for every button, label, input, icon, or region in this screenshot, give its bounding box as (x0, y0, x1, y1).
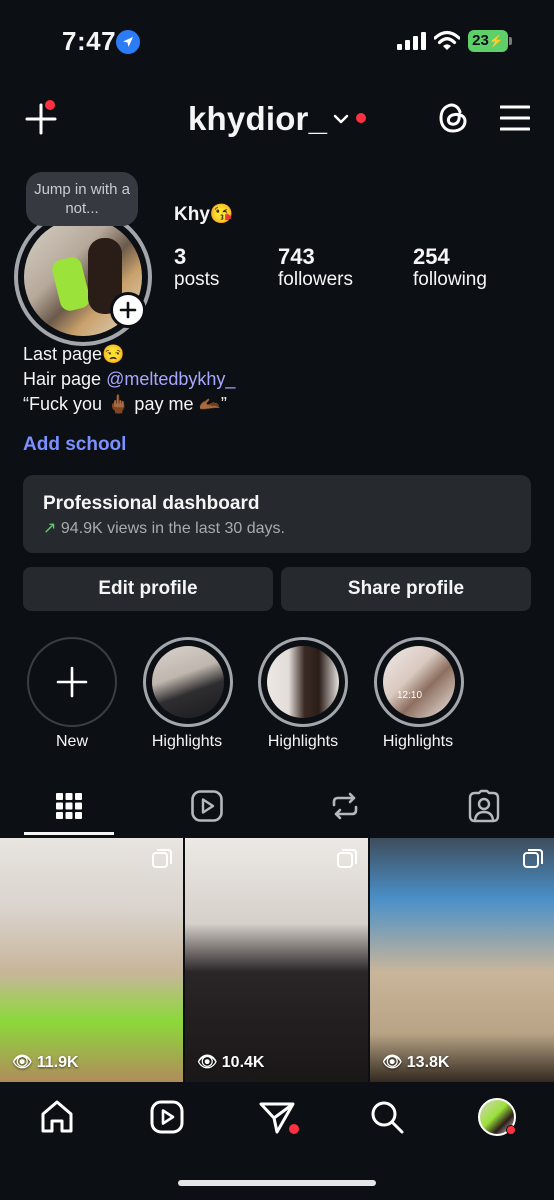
highlight-label: Highlights (267, 733, 339, 750)
add-school-link[interactable]: Add school (23, 434, 126, 456)
carousel-icon (152, 849, 172, 868)
trend-up-icon: ↗ (43, 520, 57, 537)
highlight-label: New (55, 733, 88, 750)
chevron-down-icon[interactable] (333, 113, 349, 125)
search-icon[interactable] (368, 1098, 406, 1136)
reels-tab-icon[interactable] (189, 788, 225, 824)
hamburger-menu-icon[interactable] (500, 104, 530, 132)
following-label[interactable]: following (413, 269, 487, 291)
reposts-tab-icon[interactable] (327, 788, 363, 824)
highlight-cover: 12:10 (383, 646, 455, 718)
username-switcher[interactable]: khydior_ (188, 100, 327, 138)
messages-notification-dot (289, 1124, 299, 1134)
bio-line: Last page😒 (23, 344, 125, 364)
highlight-label: Highlights (151, 733, 223, 750)
post-view-count: 11.9K (36, 1054, 79, 1071)
professional-dashboard-card[interactable]: Professional dashboard ↗ 94.9K views in … (23, 475, 531, 553)
bio-mention-link[interactable]: @meltedbykhy_ (106, 369, 235, 389)
tagged-tab-icon[interactable] (466, 788, 502, 824)
post-views: 👁 10.4K (197, 1052, 264, 1072)
account-notification-dot (356, 113, 366, 123)
highlight-label: Highlights (382, 733, 454, 750)
plus-icon (56, 666, 88, 698)
wifi-icon (434, 30, 460, 50)
grid-tab-icon[interactable] (51, 788, 87, 824)
profile-notification-dot (506, 1125, 516, 1135)
highlight-item[interactable]: 12:10 (374, 637, 464, 727)
eye-icon: 👁 (197, 1054, 218, 1071)
home-icon[interactable] (38, 1098, 76, 1136)
reels-nav-icon[interactable] (148, 1098, 186, 1136)
location-arrow-icon (116, 30, 140, 54)
status-time: 7:47 (62, 26, 117, 56)
highlight-item[interactable] (143, 637, 233, 727)
display-name: Khy😘 (174, 204, 234, 225)
threads-icon[interactable] (436, 100, 470, 136)
post-view-count: 13.8K (406, 1054, 450, 1071)
followers-count[interactable]: 743 (278, 244, 315, 270)
plus-icon (119, 301, 137, 319)
cellular-signal-icon (397, 32, 426, 50)
carousel-icon (337, 849, 357, 868)
followers-label[interactable]: followers (278, 269, 353, 291)
carousel-icon (523, 849, 543, 868)
dashboard-subtitle: ↗ 94.9K views in the last 30 days. (43, 518, 285, 538)
post-thumbnail[interactable]: 👁 13.8K (370, 838, 554, 1082)
edit-profile-button[interactable]: Edit profile (23, 567, 273, 611)
posts-count: 3 (174, 244, 187, 269)
note-bubble[interactable]: Jump in with a not... (26, 172, 138, 226)
post-view-count: 10.4K (221, 1054, 265, 1071)
eye-icon: 👁 (12, 1054, 33, 1071)
notification-dot (45, 100, 55, 110)
following-count[interactable]: 254 (413, 244, 450, 270)
battery-nub (509, 37, 512, 45)
posts-label: posts (174, 269, 220, 290)
post-views: 👁 13.8K (382, 1052, 449, 1072)
battery-level: 23 (472, 32, 489, 49)
battery-icon: 23⚡ (468, 30, 508, 52)
bio-line: Hair page @meltedbykhy_ (23, 367, 235, 391)
post-views: 👁 11.9K (12, 1052, 79, 1072)
highlight-cover (152, 646, 224, 718)
new-highlight-button[interactable] (27, 637, 117, 727)
bio-text: Hair page (23, 369, 107, 389)
home-indicator[interactable] (178, 1180, 376, 1186)
eye-icon: 👁 (382, 1054, 403, 1071)
avatar-photo-detail (50, 255, 92, 313)
bio-line: “Fuck you 🖕🏾 pay me 🫴🏾” (23, 394, 227, 414)
share-profile-button[interactable]: Share profile (281, 567, 531, 611)
highlight-item[interactable] (258, 637, 348, 727)
highlight-time-overlay: 12:10 (397, 690, 423, 701)
dashboard-title: Professional dashboard (43, 493, 260, 514)
post-thumbnail[interactable]: 👁 10.4K (185, 838, 368, 1082)
post-thumbnail[interactable]: 👁 11.9K (0, 838, 183, 1082)
dashboard-views-text: 94.9K views in the last 30 days. (60, 520, 285, 537)
status-bar: 7:47 23⚡ (0, 0, 554, 84)
active-tab-indicator (24, 832, 114, 835)
add-story-button[interactable] (110, 292, 146, 328)
highlight-cover (267, 646, 339, 718)
